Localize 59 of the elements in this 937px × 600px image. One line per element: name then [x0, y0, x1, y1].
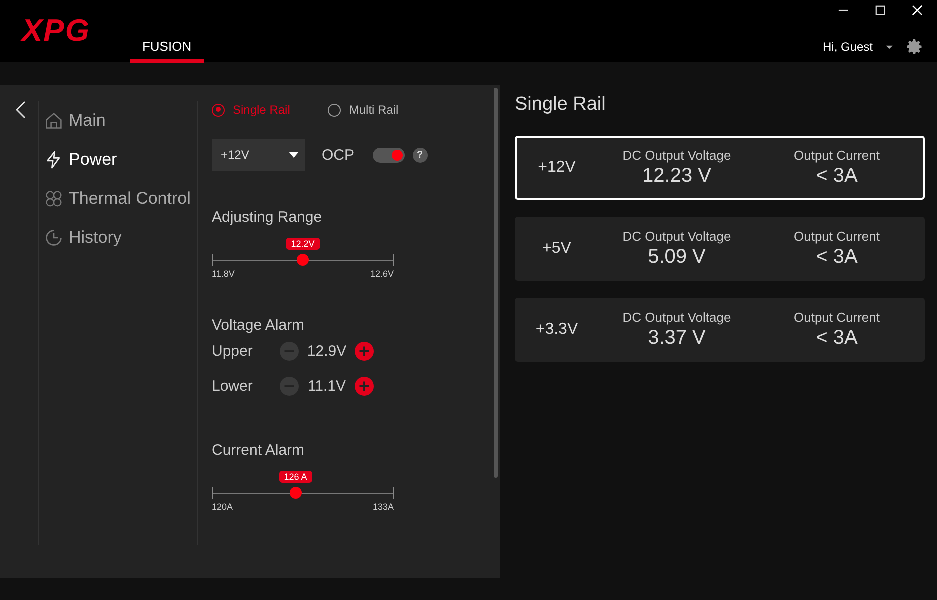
metric-value: < 3A — [815, 327, 859, 350]
alarm-label: Upper — [212, 343, 254, 360]
rail-card[interactable]: +3.3V DC Output Voltage 3.37 V Output Current < 3A — [515, 298, 925, 362]
metric-label: Output Current — [793, 148, 881, 163]
home-icon — [45, 112, 63, 130]
rail-name: +3.3V — [534, 321, 580, 339]
scrollbar[interactable] — [494, 88, 498, 478]
maximize-icon[interactable] — [875, 5, 886, 16]
help-button[interactable]: ? — [412, 148, 428, 162]
nav-item[interactable]: Main — [45, 101, 197, 140]
rail-name: +5V — [542, 240, 572, 258]
nav-item[interactable]: History — [45, 218, 197, 257]
ocp-label: OCP — [322, 146, 355, 164]
value-tooltip: 12.2V — [286, 238, 320, 250]
clock-icon — [45, 228, 63, 246]
close-icon[interactable] — [912, 5, 923, 16]
metric-value: 5.09 V — [647, 246, 707, 269]
slider-min-label: 11.8V — [212, 269, 235, 279]
logo: XPG — [22, 15, 90, 47]
section-title: Voltage Alarm — [212, 317, 306, 334]
section-title: Current Alarm — [212, 442, 306, 459]
ocp-toggle[interactable] — [372, 148, 405, 162]
alarm-value: 11.1V — [306, 378, 348, 395]
metric-label: DC Output Voltage — [622, 310, 732, 325]
back-icon[interactable] — [16, 101, 26, 119]
lightning-icon — [45, 150, 63, 168]
settings-icon[interactable] — [906, 38, 924, 56]
section-title: Adjusting Range — [212, 209, 324, 226]
slider-min-label: 120A — [212, 502, 234, 512]
slider-max-label: 12.6V — [370, 269, 394, 279]
radio-option[interactable]: Multi Rail — [328, 103, 399, 117]
metric-value: < 3A — [815, 165, 859, 188]
summary-title: Single Rail — [515, 94, 607, 116]
metric-label: Output Current — [793, 310, 881, 325]
rail-dropdown[interactable]: +12V — [212, 139, 305, 171]
metric-label: DC Output Voltage — [622, 148, 732, 163]
rail-name: +12V — [537, 159, 577, 177]
metric-value: 3.37 V — [647, 327, 707, 350]
slider-max-label: 133A — [372, 502, 394, 512]
metric-value: 12.23 V — [642, 165, 712, 188]
rail-card[interactable]: +5V DC Output Voltage 5.09 V Output Current < 3A — [515, 217, 925, 281]
alarm-value: 12.9V — [306, 343, 348, 360]
slider-thumb[interactable] — [297, 254, 309, 266]
nav-item[interactable]: Power — [45, 140, 197, 179]
alarm-label: Lower — [212, 378, 254, 395]
fan-icon — [45, 190, 63, 208]
tab[interactable]: FUSION — [130, 36, 204, 63]
slider-thumb[interactable] — [290, 487, 302, 499]
plus-icon[interactable] — [355, 377, 374, 396]
value-tooltip: 126 A — [279, 471, 312, 483]
nav-item[interactable]: Thermal Control — [45, 179, 197, 218]
user-menu[interactable]: Hi, Guest — [822, 40, 873, 54]
plus-icon[interactable] — [355, 342, 374, 361]
caret-icon — [289, 152, 299, 158]
metric-label: DC Output Voltage — [622, 229, 732, 244]
rail-card[interactable]: +12V DC Output Voltage 12.23 V Output Current < 3A — [515, 136, 925, 200]
metric-label: Output Current — [793, 229, 881, 244]
metric-value: < 3A — [815, 246, 859, 269]
caret-icon[interactable] — [885, 44, 894, 50]
